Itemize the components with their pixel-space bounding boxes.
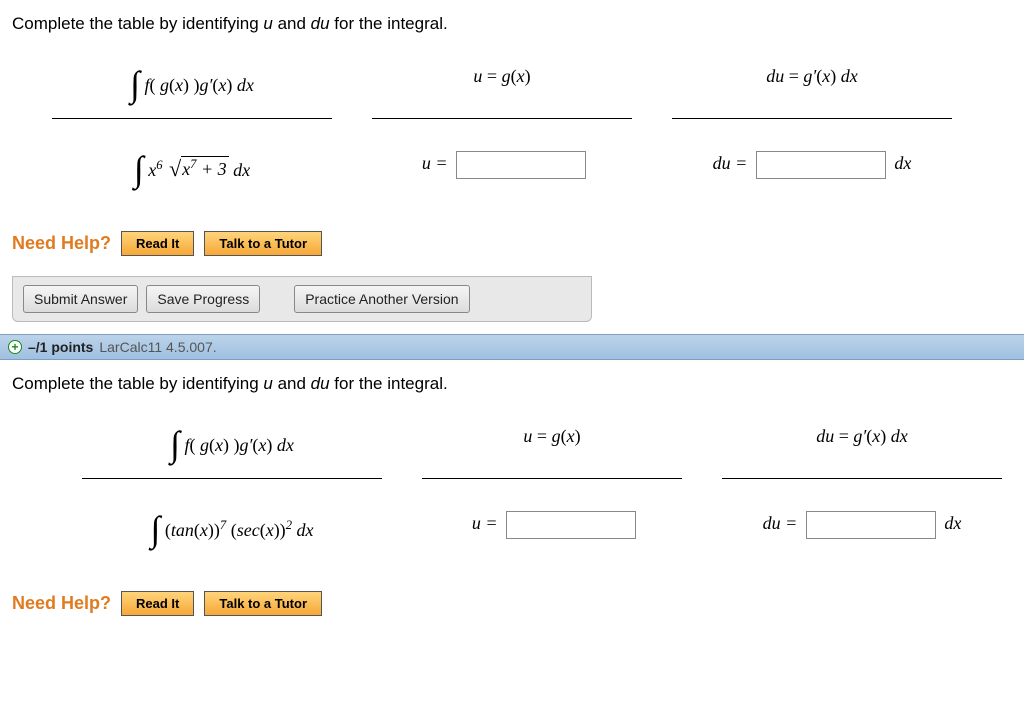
rule <box>722 478 1002 479</box>
q1-header-integral: ∫ f( g(x) )g′(x) dx <box>42 46 342 118</box>
du-label: du = <box>763 513 798 533</box>
q2-table: ∫ f( g(x) )g′(x) dx u = g(x) du = g′(x) … <box>72 406 1012 583</box>
q1-u-input[interactable] <box>456 151 586 179</box>
need-help-label: Need Help? <box>12 593 111 614</box>
practice-another-button[interactable]: Practice Another Version <box>294 285 469 313</box>
q2-points: –/1 points <box>28 339 93 355</box>
rule <box>672 118 952 119</box>
q2-header-du: du = g′(x) dx <box>712 406 1012 478</box>
du-suffix: dx <box>944 513 961 533</box>
save-progress-button[interactable]: Save Progress <box>146 285 260 313</box>
q1-prompt-a: Complete the table by identifying <box>12 14 263 33</box>
q1-prompt-u: u <box>263 14 272 33</box>
q1-header-du: du = g′(x) dx <box>662 46 962 118</box>
q1-table: ∫ f( g(x) )g′(x) dx u = g(x) du = g′(x) … <box>42 46 1012 223</box>
q1-prompt-du: du <box>311 14 330 33</box>
u-label: u = <box>422 153 448 173</box>
actions-bar: Submit Answer Save Progress Practice Ano… <box>12 276 592 322</box>
q2-row-integral: ∫ (tan(x))7 (sec(x))2 dx <box>72 505 392 583</box>
du-suffix: dx <box>894 153 911 173</box>
q2-prompt: Complete the table by identifying u and … <box>12 374 1012 394</box>
q2-prompt-a: Complete the table by identifying <box>12 374 263 393</box>
submit-answer-button[interactable]: Submit Answer <box>23 285 138 313</box>
u-label: u = <box>472 513 498 533</box>
q1-row-integral: ∫ x6 √x7 + 3 dx <box>42 145 342 223</box>
q2-header-u: u = g(x) <box>412 406 692 478</box>
need-help-label: Need Help? <box>12 233 111 254</box>
q2-need-help: Need Help? Read It Talk to a Tutor <box>12 591 1012 616</box>
q2-header-bar: + –/1 points LarCalc11 4.5.007. <box>0 334 1024 360</box>
q2-u-input[interactable] <box>506 511 636 539</box>
q2-ref: LarCalc11 4.5.007. <box>99 339 216 355</box>
q1-du-input[interactable] <box>756 151 886 179</box>
talk-tutor-button[interactable]: Talk to a Tutor <box>204 591 322 616</box>
rule <box>372 118 632 119</box>
read-it-button[interactable]: Read It <box>121 231 194 256</box>
rule <box>52 118 332 119</box>
q2-prompt-du: du <box>311 374 330 393</box>
q1-prompt-c: for the integral. <box>330 14 448 33</box>
read-it-button[interactable]: Read It <box>121 591 194 616</box>
q2-prompt-u: u <box>263 374 272 393</box>
rule <box>422 478 682 479</box>
q1-need-help: Need Help? Read It Talk to a Tutor <box>12 231 1012 256</box>
q2-prompt-b: and <box>273 374 311 393</box>
rule <box>82 478 382 479</box>
q1-row-du: du = dx <box>662 145 962 223</box>
q2-row-u: u = <box>412 505 692 583</box>
talk-tutor-button[interactable]: Talk to a Tutor <box>204 231 322 256</box>
expand-icon[interactable]: + <box>8 340 22 354</box>
q2-row-du: du = dx <box>712 505 1012 583</box>
q1-prompt: Complete the table by identifying u and … <box>12 14 1012 34</box>
q1-row-u: u = <box>362 145 642 223</box>
q2-du-input[interactable] <box>806 511 936 539</box>
q2-header-integral: ∫ f( g(x) )g′(x) dx <box>72 406 392 478</box>
q2-prompt-c: for the integral. <box>330 374 448 393</box>
du-label: du = <box>713 153 748 173</box>
q1-header-u: u = g(x) <box>362 46 642 118</box>
q1-prompt-b: and <box>273 14 311 33</box>
